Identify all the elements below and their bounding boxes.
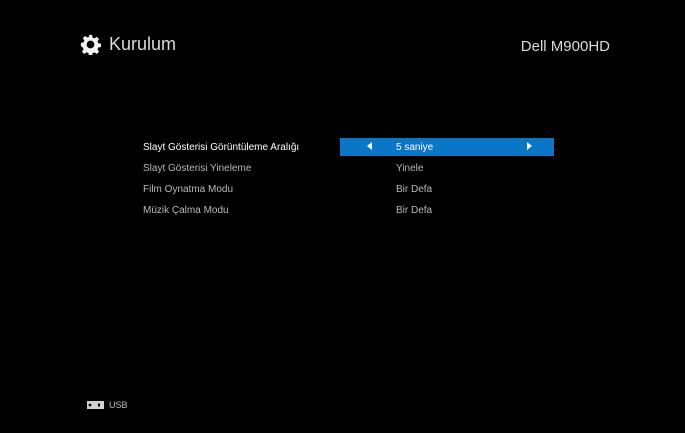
setting-value-selector[interactable]: Bir Defa: [340, 201, 554, 219]
input-source: USB: [87, 400, 128, 410]
input-source-label: USB: [109, 400, 128, 410]
setting-value-selector[interactable]: Yinele: [340, 159, 554, 177]
gear-icon: [80, 34, 101, 55]
menu-title-label: Kurulum: [109, 34, 177, 54]
setting-row-slideshow-repeat[interactable]: Slayt Gösterisi Yineleme Yinele: [140, 159, 560, 180]
setting-value-selector[interactable]: Bir Defa: [340, 180, 554, 198]
setting-value-selector[interactable]: 5 saniye: [340, 138, 554, 156]
settings-list: Slayt Gösterisi Görüntüleme Aralığı 5 sa…: [140, 138, 560, 222]
setting-label: Müzik Çalma Modu: [143, 205, 229, 216]
menu-title: Kurulum: [80, 34, 176, 55]
setting-label: Slayt Gösterisi Görüntüleme Aralığı: [143, 142, 300, 153]
setting-row-slideshow-interval[interactable]: Slayt Gösterisi Görüntüleme Aralığı 5 sa…: [140, 138, 560, 159]
usb-icon: [87, 401, 104, 409]
setting-value: 5 saniye: [396, 142, 434, 153]
setting-value: Yinele: [396, 163, 424, 174]
setting-label: Slayt Gösterisi Yineleme: [143, 163, 252, 174]
setting-value: Bir Defa: [396, 205, 433, 216]
projector-setup-screen: Kurulum Dell M900HD Slayt Gösterisi Görü…: [0, 0, 685, 433]
setting-row-music-play-mode[interactable]: Müzik Çalma Modu Bir Defa: [140, 201, 560, 222]
left-arrow-icon[interactable]: [367, 142, 372, 150]
right-arrow-icon[interactable]: [527, 142, 532, 150]
setting-row-movie-play-mode[interactable]: Film Oynatma Modu Bir Defa: [140, 180, 560, 201]
setting-value: Bir Defa: [396, 184, 433, 195]
setting-label: Film Oynatma Modu: [143, 184, 234, 195]
projector-model: Dell M900HD: [520, 38, 610, 55]
